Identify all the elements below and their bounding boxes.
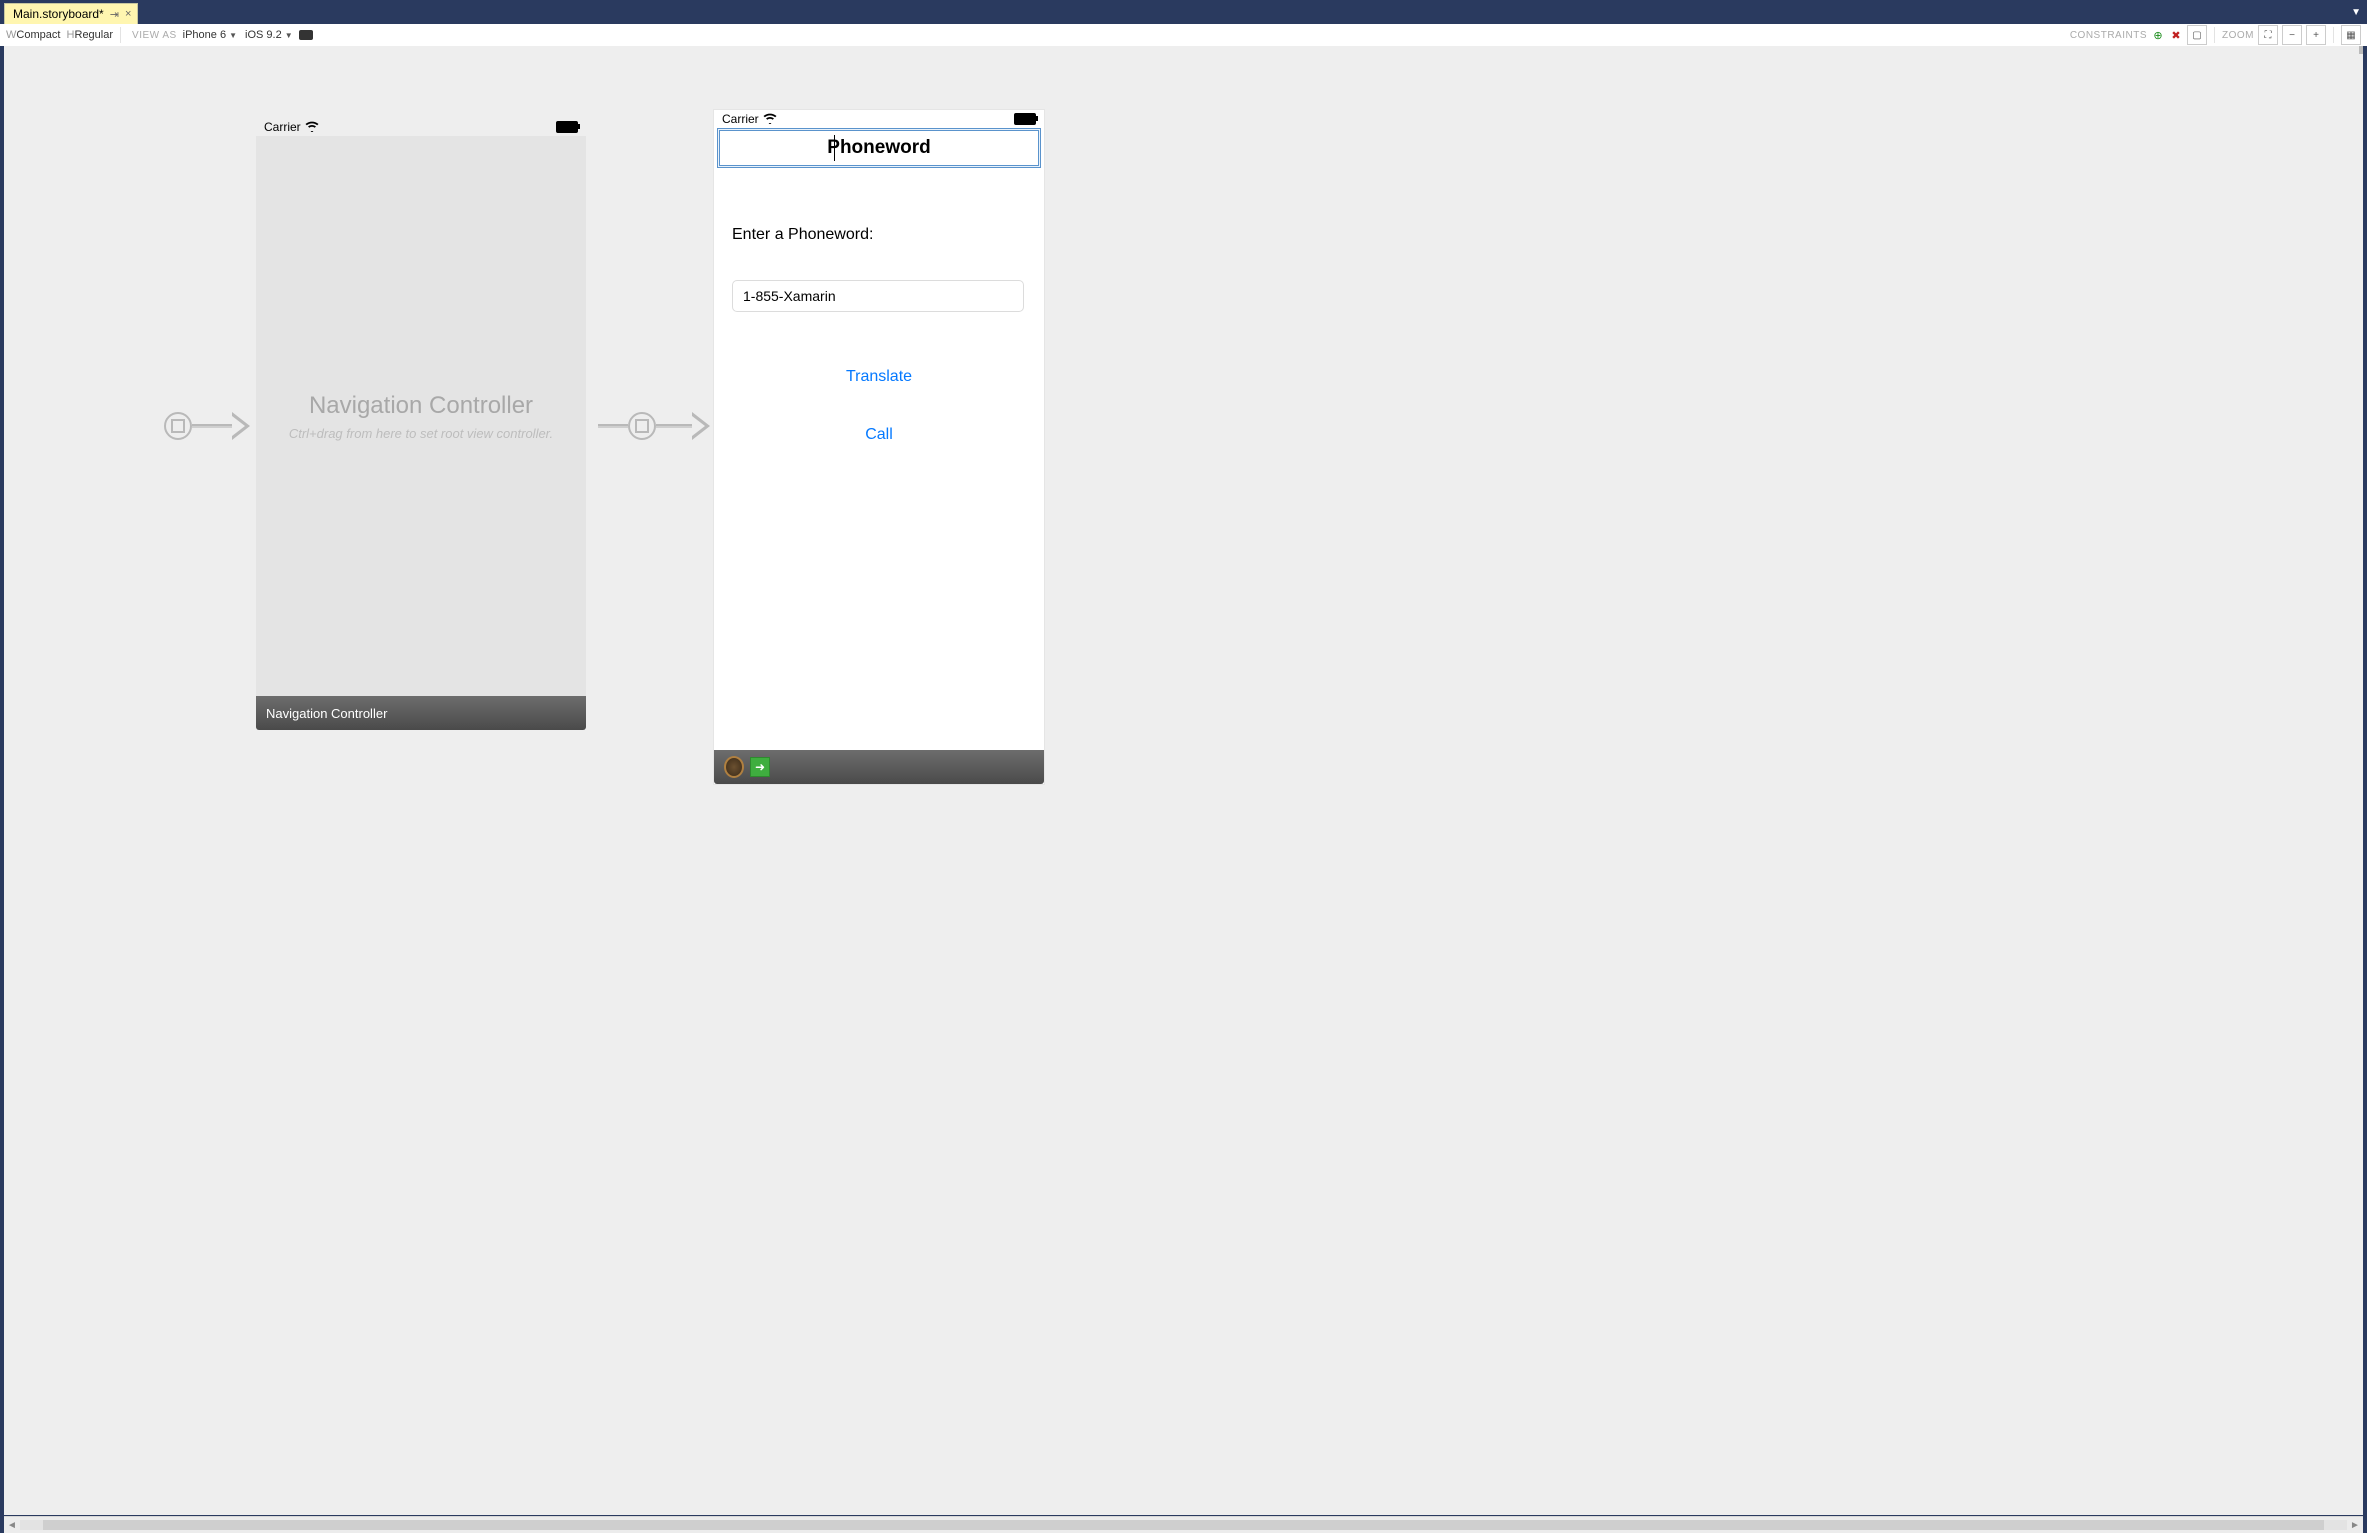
close-tab-icon[interactable]: × xyxy=(125,8,131,20)
horizontal-scrollbar[interactable]: ◄ ► xyxy=(4,1516,2363,1533)
status-bar: Carrier xyxy=(256,118,586,136)
device-dropdown[interactable]: iPhone 6▼ xyxy=(181,29,239,41)
carrier-label: Carrier xyxy=(264,120,301,134)
scene-dock[interactable]: Navigation Controller xyxy=(256,696,586,730)
orientation-landscape-icon[interactable] xyxy=(299,30,313,40)
size-class-selector[interactable]: WCompact HRegular xyxy=(6,29,113,41)
storyboard-canvas[interactable]: Carrier Navigation Controller Ctrl+drag … xyxy=(4,46,2363,1515)
battery-icon xyxy=(1014,113,1036,125)
wifi-icon xyxy=(763,112,777,127)
navigation-controller-title: Navigation Controller xyxy=(309,392,533,420)
chevron-down-icon: ▼ xyxy=(229,31,237,40)
tab-overflow-caret-icon[interactable]: ▼ xyxy=(2351,7,2361,18)
carrier-label: Carrier xyxy=(722,112,759,126)
ios-version-dropdown[interactable]: iOS 9.2▼ xyxy=(243,29,295,41)
view-as-label: VIEW AS xyxy=(132,30,177,41)
scene-dock[interactable]: ➜ xyxy=(714,750,1044,784)
zoom-in-button[interactable]: + xyxy=(2306,25,2326,45)
constraints-remove-icon[interactable]: ✖ xyxy=(2169,28,2183,42)
scroll-left-arrow-icon[interactable]: ◄ xyxy=(4,1517,20,1533)
document-tab-strip: Main.storyboard* ⇥ × ▼ xyxy=(0,4,2367,24)
call-button[interactable]: Call xyxy=(732,426,1026,444)
constraints-frame-button[interactable]: ▢ xyxy=(2187,25,2207,45)
scene-dock-title: Navigation Controller xyxy=(266,706,387,721)
wifi-icon xyxy=(305,120,319,135)
view-controller-body[interactable]: Enter a Phoneword: 1-855-Xamarin Transla… xyxy=(714,226,1044,750)
pan-button[interactable]: ▦ xyxy=(2341,25,2361,45)
root-view-segue-arrow[interactable] xyxy=(598,412,710,440)
arrow-right-icon xyxy=(692,412,710,440)
status-bar: Carrier xyxy=(714,110,1044,128)
scroll-right-arrow-icon[interactable]: ► xyxy=(2347,1517,2363,1533)
tab-title: Main.storyboard* xyxy=(13,7,104,21)
navigation-bar-selected[interactable]: Phoneword xyxy=(717,128,1041,168)
designer-toolbar: WCompact HRegular VIEW AS iPhone 6▼ iOS … xyxy=(0,24,2367,47)
zoom-label: ZOOM xyxy=(2222,30,2254,41)
arrow-right-icon xyxy=(232,412,250,440)
pin-tab-icon[interactable]: ⇥ xyxy=(110,8,119,21)
battery-icon xyxy=(556,121,578,133)
first-responder-icon[interactable] xyxy=(724,757,744,777)
chevron-down-icon: ▼ xyxy=(285,31,293,40)
phoneword-prompt-label[interactable]: Enter a Phoneword: xyxy=(732,226,1026,244)
navigation-bar-title[interactable]: Phoneword xyxy=(827,137,930,159)
translate-button[interactable]: Translate xyxy=(732,368,1026,386)
scene-navigation-controller[interactable]: Carrier Navigation Controller Ctrl+drag … xyxy=(256,118,586,730)
scroll-thumb[interactable] xyxy=(43,1520,2323,1530)
phoneword-textfield[interactable]: 1-855-Xamarin xyxy=(732,280,1024,312)
entry-point-arrow[interactable] xyxy=(164,412,250,440)
exit-icon[interactable]: ➜ xyxy=(750,757,770,777)
navigation-controller-hint: Ctrl+drag from here to set root view con… xyxy=(289,426,553,441)
scene-view-controller[interactable]: Carrier Phoneword Enter a Phoneword: xyxy=(714,110,1044,784)
constraints-label: CONSTRAINTS xyxy=(2070,30,2147,41)
scroll-track[interactable] xyxy=(20,1520,2347,1530)
text-caret xyxy=(834,135,835,161)
segue-circle-icon xyxy=(628,412,656,440)
document-tab-main-storyboard[interactable]: Main.storyboard* ⇥ × xyxy=(4,3,138,24)
segue-circle-icon xyxy=(164,412,192,440)
constraints-add-icon[interactable]: ⊕ xyxy=(2151,28,2165,42)
zoom-fit-button[interactable]: ⛶ xyxy=(2258,25,2278,45)
zoom-out-button[interactable]: − xyxy=(2282,25,2302,45)
navigation-controller-body[interactable]: Navigation Controller Ctrl+drag from her… xyxy=(256,136,586,696)
